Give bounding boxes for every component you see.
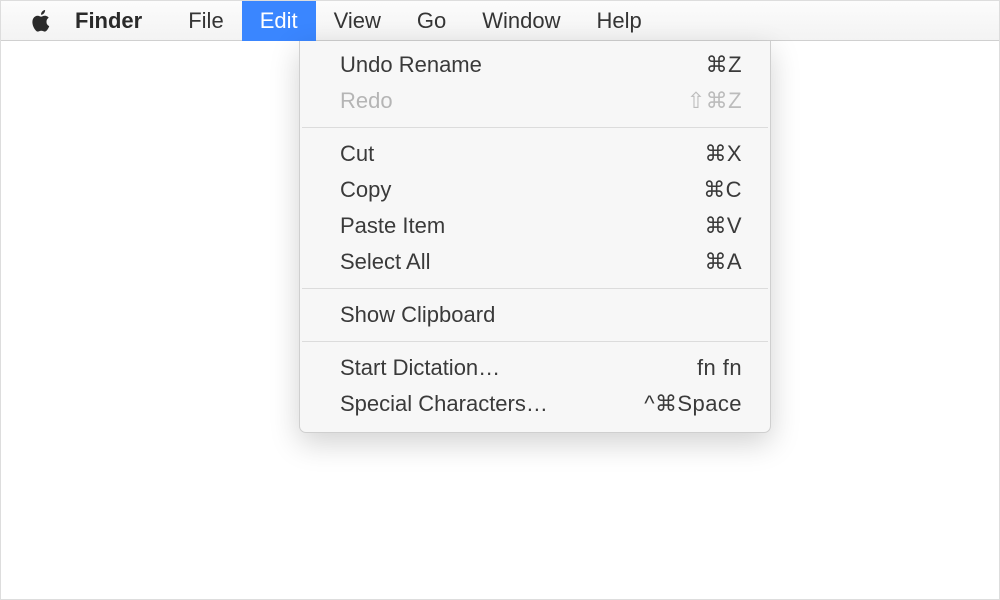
menu-item-shortcut: ^⌘Space <box>644 391 742 417</box>
menu-item-start-dictation[interactable]: Start Dictation… fn fn <box>300 350 770 386</box>
menu-item-label: Show Clipboard <box>340 302 742 328</box>
menu-item-shortcut: ⌘X <box>704 141 742 167</box>
menu-item-label: Paste Item <box>340 213 704 239</box>
menu-item-copy[interactable]: Copy ⌘C <box>300 172 770 208</box>
menu-item-undo-rename[interactable]: Undo Rename ⌘Z <box>300 47 770 83</box>
menu-item-special-characters[interactable]: Special Characters… ^⌘Space <box>300 386 770 422</box>
menu-item-label: Copy <box>340 177 703 203</box>
apple-logo-icon[interactable] <box>31 9 51 33</box>
menu-item-shortcut: ⌘V <box>704 213 742 239</box>
menu-separator <box>302 127 768 128</box>
menu-item-show-clipboard[interactable]: Show Clipboard <box>300 297 770 333</box>
menu-view[interactable]: View <box>316 1 399 41</box>
menu-window[interactable]: Window <box>464 1 578 41</box>
menu-item-shortcut: ⌘A <box>704 249 742 275</box>
menu-item-shortcut: ⌘Z <box>706 52 742 78</box>
menu-item-label: Select All <box>340 249 704 275</box>
menu-item-select-all[interactable]: Select All ⌘A <box>300 244 770 280</box>
menu-edit[interactable]: Edit <box>242 1 316 41</box>
menu-item-label: Redo <box>340 88 687 114</box>
menu-item-label: Start Dictation… <box>340 355 697 381</box>
app-name[interactable]: Finder <box>75 8 142 34</box>
menu-go[interactable]: Go <box>399 1 464 41</box>
menu-file[interactable]: File <box>170 1 241 41</box>
menu-item-shortcut: ⇧⌘Z <box>687 88 742 114</box>
menu-item-redo: Redo ⇧⌘Z <box>300 83 770 119</box>
menu-item-label: Undo Rename <box>340 52 706 78</box>
menu-separator <box>302 341 768 342</box>
menubar: Finder File Edit View Go Window Help <box>1 1 999 41</box>
menu-item-shortcut: fn fn <box>697 355 742 381</box>
menu-item-cut[interactable]: Cut ⌘X <box>300 136 770 172</box>
edit-menu-dropdown: Undo Rename ⌘Z Redo ⇧⌘Z Cut ⌘X Copy ⌘C P… <box>299 41 771 433</box>
menu-separator <box>302 288 768 289</box>
menu-help[interactable]: Help <box>579 1 660 41</box>
menu-item-shortcut: ⌘C <box>703 177 742 203</box>
menu-item-label: Special Characters… <box>340 391 644 417</box>
menu-item-label: Cut <box>340 141 704 167</box>
menu-item-paste-item[interactable]: Paste Item ⌘V <box>300 208 770 244</box>
